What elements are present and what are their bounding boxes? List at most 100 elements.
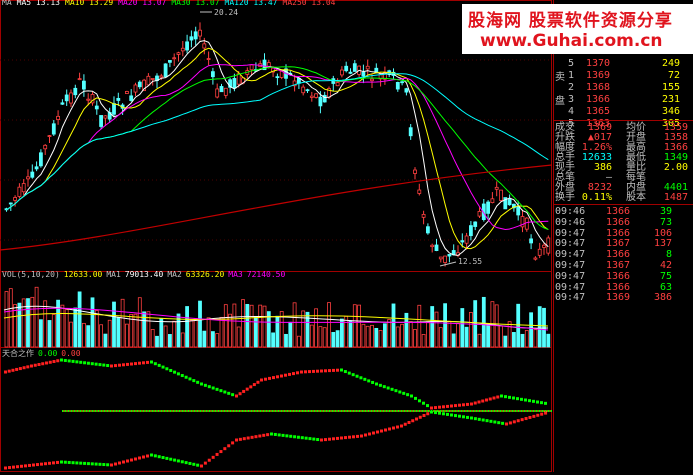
orderbook-price: 1370 [586,58,611,69]
candle-body [542,244,546,248]
volume-bar [486,323,491,348]
indicator-upper-wave [312,369,315,373]
indicator-upper-wave [79,360,83,364]
candle-body [99,115,103,127]
orderbook-volume: 231 [661,94,680,105]
volume-bar [335,330,340,348]
ma-legend: MA MA5 13.13 MA10 13.29 MA20 13.07 MA30 13.0… [2,0,340,7]
indicator-lower-wave [250,435,254,439]
indicator-lower-wave [146,454,149,458]
volume-legend: VOL(5,10,20) 12633.00 MA1 79013.40 MA2 63326.… [2,270,289,279]
volume-bar [443,303,448,348]
indicator-upper-wave [83,361,87,365]
indicator-upper-wave [63,358,67,362]
candle-body [189,36,194,41]
candle-body [486,201,491,214]
candle-body [129,95,134,101]
indicator-upper-wave [169,368,173,372]
indicator-lower-wave [411,419,415,423]
indicator-upper-wave [371,380,375,384]
indicator-lower-wave [348,435,351,439]
candle-body [193,31,198,40]
indicator-lower-wave [470,416,473,420]
indicator-upper-wave [442,405,445,409]
volume-bar [339,318,344,348]
candle-body [26,176,30,180]
indicator-legend: 天合之作 0.00 0.00 [2,348,85,359]
volume-bar [331,332,336,348]
candle-body [524,217,529,230]
volume-bar [30,296,35,348]
indicator-upper-wave [48,360,52,364]
candle-body [417,189,422,194]
indicator-upper-wave [496,395,500,399]
indicator-lower-wave [540,412,544,416]
quote-value: 1487 [663,192,688,203]
indicator-upper-wave [75,360,79,364]
volume-bar [90,297,95,348]
candle-body [125,91,129,94]
indicator-lower-wave [442,412,445,416]
indicator-upper-wave [184,375,188,379]
indicator-lower-wave [308,437,312,441]
indicator-lower-wave [505,422,508,426]
indicator-lower-wave [520,418,524,422]
indicator-lower-wave [184,461,188,465]
indicator-lower-wave [223,447,227,451]
indicator-upper-wave [249,385,253,389]
indicator-lower-wave [161,456,165,460]
orderbook-level: 3 [568,94,575,105]
candle-body [86,98,91,101]
watermark-title: 股海网 股票软件资源分享 [468,11,673,31]
indicator-upper-wave [45,361,48,365]
indicator-lower-wave [227,444,231,448]
volume-bar [309,324,314,348]
indicator-upper-wave [242,389,246,393]
orderbook-volume: 249 [661,58,680,69]
indicator-lower-wave [28,463,31,467]
indicator-upper-wave [188,377,192,381]
indicator-upper-wave [363,377,367,381]
indicator-upper-wave [114,364,117,368]
candle-body [339,69,344,76]
candle-body [73,87,78,96]
indicator-upper-wave [446,404,449,408]
candle-body [516,206,521,216]
indicator-lower-wave [75,461,79,465]
volume-bar [241,299,245,348]
trade-volume: 386 [653,292,672,304]
indicator-upper-wave [227,391,231,395]
candle-body [116,97,121,101]
indicator-upper-wave [410,394,413,398]
kline-chart-svg[interactable]: 20.24 12.55 [0,0,553,472]
volume-bar [425,321,430,348]
indicator-upper-wave [359,376,363,380]
kline-chart-area[interactable]: 20.24 12.55 [0,0,553,472]
price-low-label: 12.55 [458,257,482,266]
indicator-lower-wave [246,436,250,440]
indicator-upper-wave [102,363,106,367]
candle-body [314,93,319,98]
candle-body [112,103,116,115]
candle-body [137,81,142,88]
volume-bar [477,333,482,348]
indicator-lower-wave [524,417,528,421]
indicator-upper-wave [320,369,323,373]
indicator-upper-wave [161,365,165,369]
orderbook-level: 2 [568,82,575,93]
volume-bar [529,312,533,348]
indicator-upper-wave [473,401,477,405]
volume-bar [210,331,215,348]
indicator-upper-wave [332,368,335,372]
volume-bar [451,333,456,348]
indicator-lower-wave [376,430,379,434]
candle-body [150,78,155,80]
indicator-upper-wave [86,361,90,365]
volume-bar [395,326,400,348]
indicator-legend-item: 0.00 [38,349,58,358]
candle-body [477,211,482,217]
candle-body [17,186,22,197]
indicator-lower-wave [215,452,219,456]
indicator-lower-wave [536,413,540,417]
indicator-upper-wave [37,363,41,366]
